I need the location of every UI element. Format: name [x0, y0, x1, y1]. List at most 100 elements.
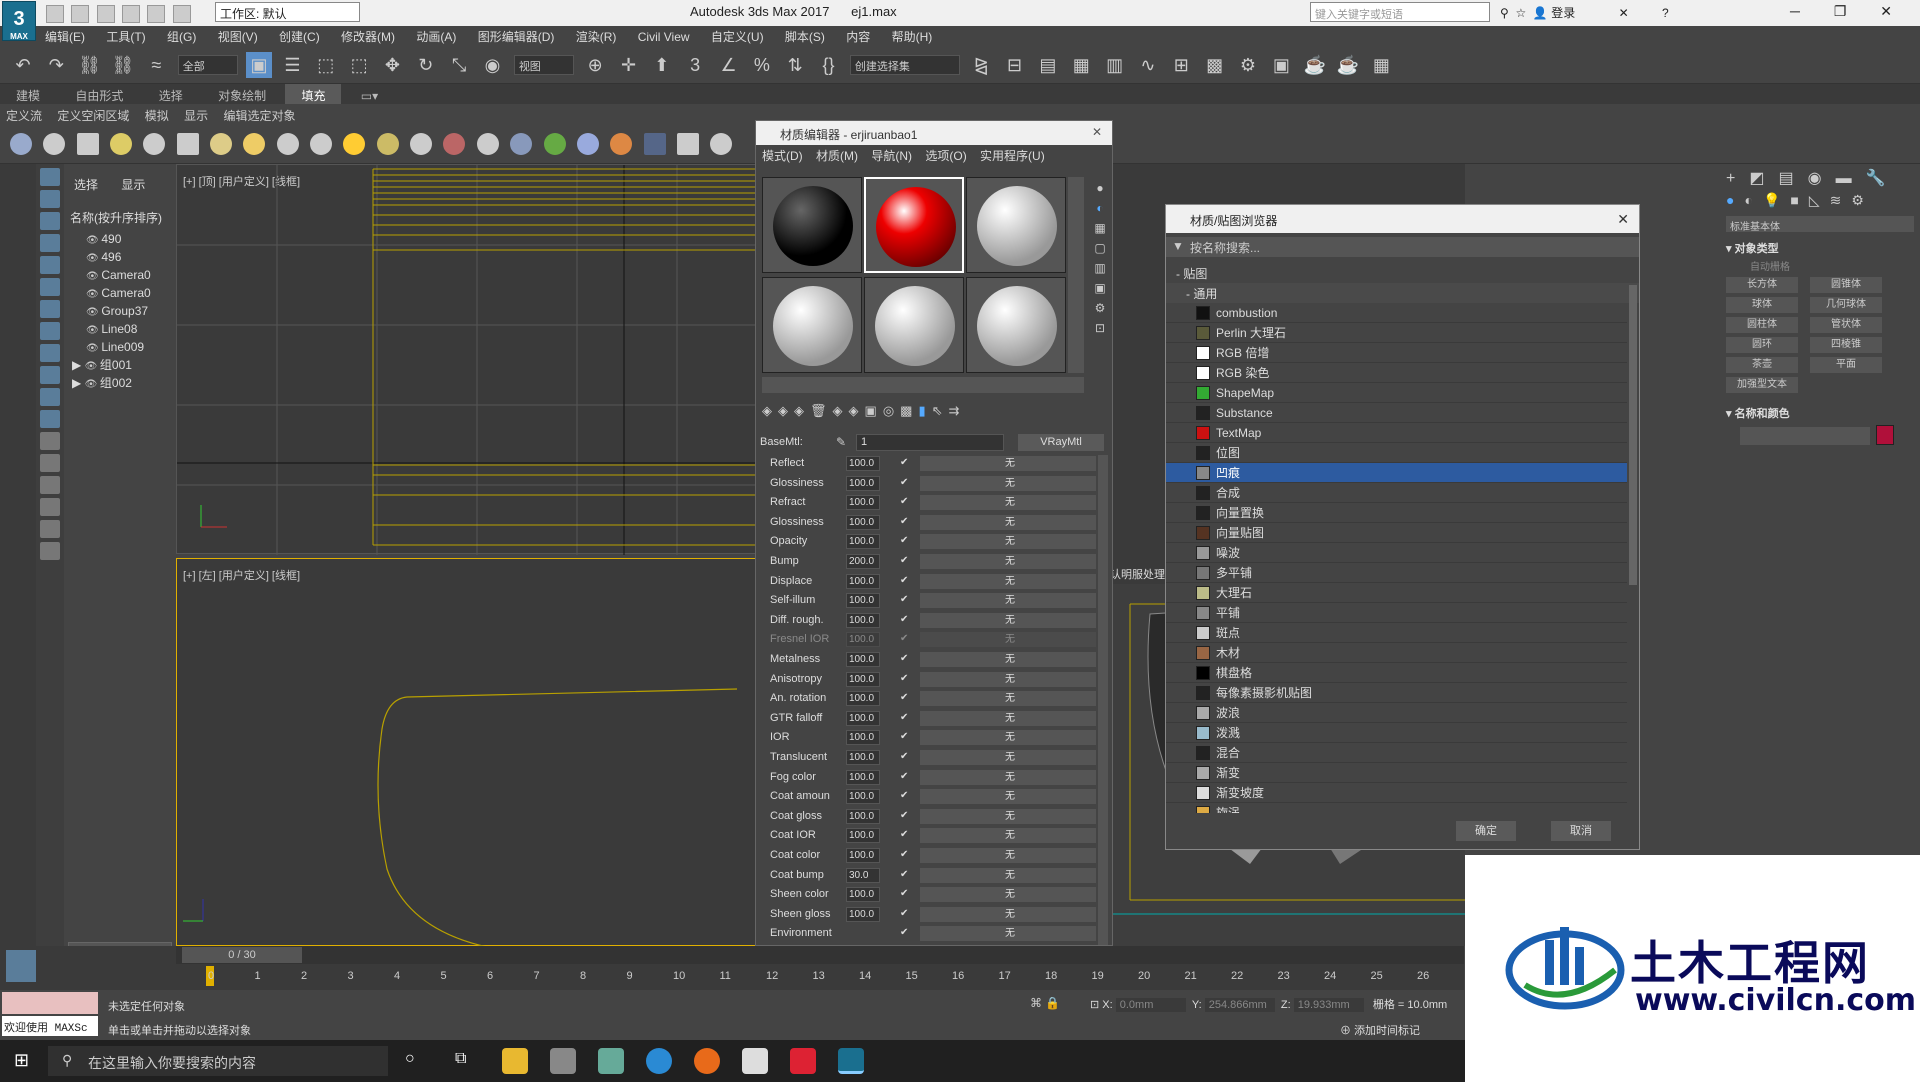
viewport-top[interactable]: [+] [顶] [用户定义] [线框]	[176, 164, 757, 555]
map-list-item[interactable]: 平铺	[1166, 603, 1627, 623]
layer-explorer-icon[interactable]: ▦	[1068, 52, 1094, 78]
object-type-button[interactable]: 平面	[1810, 357, 1882, 373]
scene-group[interactable]: ▶ 👁 组002	[64, 374, 176, 392]
display-groups-icon[interactable]	[40, 300, 60, 318]
restore-button[interactable]: ❐	[1834, 3, 1847, 19]
help-circle-icon[interactable]	[710, 133, 733, 155]
object-name-input[interactable]	[1740, 427, 1870, 445]
map-list-item[interactable]: 木材	[1166, 643, 1627, 663]
helper-icon[interactable]	[143, 133, 166, 155]
ball-icon[interactable]	[576, 133, 599, 155]
lights-icon[interactable]: 💡	[1763, 192, 1790, 208]
menu-edit[interactable]: 编辑(E)	[36, 26, 94, 47]
add-time-tag[interactable]: ⊕ 添加时间标记	[1340, 1022, 1420, 1038]
map-slot-button[interactable]: 无	[920, 808, 1096, 824]
display-xrefs-icon[interactable]	[40, 322, 60, 340]
time-slider[interactable]: 0 / 30	[182, 947, 302, 963]
display-lights-icon[interactable]	[40, 212, 60, 230]
taskbar-search[interactable]: ⚲ 在这里输入你要搜索的内容	[48, 1046, 388, 1076]
material-type-button[interactable]: VRayMtl	[1018, 434, 1104, 451]
place-icon[interactable]: ◉	[479, 52, 505, 78]
options-icon[interactable]: ⚙	[1090, 301, 1110, 317]
put-to-scene-icon[interactable]: ◈	[778, 403, 794, 418]
map-enable-checkbox[interactable]: ✔	[900, 908, 908, 919]
object-type-button[interactable]: 圆环	[1726, 337, 1798, 353]
object-type-button[interactable]: 长方体	[1726, 277, 1798, 293]
material-slot-5[interactable]	[864, 277, 964, 373]
delete-icon[interactable]: 🗑	[810, 403, 833, 418]
map-slot-button[interactable]: 无	[920, 554, 1096, 569]
mirror-icon[interactable]: ⧎	[968, 52, 994, 78]
map-slot-button[interactable]: 无	[920, 573, 1096, 589]
uv-tiling-icon[interactable]: ▢	[1090, 241, 1110, 257]
map-list-item[interactable]: TextMap	[1166, 423, 1627, 443]
lock-selection-icon[interactable]: ⌘ 🔒	[1030, 996, 1060, 1010]
background-icon[interactable]: ▦	[1090, 221, 1110, 237]
window-crossing-icon[interactable]: ⬚	[346, 52, 372, 78]
param-amount-spinner[interactable]: 100.0	[846, 514, 880, 530]
go-parent-icon[interactable]: ⇖	[932, 403, 949, 418]
render-active-icon[interactable]: ☕	[1335, 52, 1361, 78]
map-enable-checkbox[interactable]: ✔	[900, 614, 908, 625]
display-geometry-icon[interactable]	[40, 168, 60, 186]
scene-item[interactable]: 👁 490	[64, 230, 176, 248]
sphere-icon[interactable]	[243, 133, 266, 155]
map-slot-button[interactable]: 无	[920, 848, 1096, 863]
star-icon[interactable]: ☆	[1515, 6, 1526, 20]
param-amount-spinner[interactable]: 100.0	[846, 612, 880, 628]
map-slot-button[interactable]: 无	[920, 652, 1096, 667]
map-list-item[interactable]: 波浪	[1166, 703, 1627, 723]
motion-tab-icon[interactable]: ◉	[1808, 170, 1836, 187]
display-shapes-icon[interactable]	[40, 190, 60, 208]
menu-material[interactable]: 材质(M)	[816, 149, 858, 163]
map-slot-button[interactable]: 无	[920, 750, 1096, 765]
display-none-icon[interactable]	[40, 454, 60, 472]
param-amount-spinner[interactable]: 100.0	[846, 534, 880, 550]
sample-type-icon[interactable]: ●	[1090, 181, 1110, 197]
scene-explorer-icon[interactable]: ▤	[1035, 52, 1061, 78]
curve-editor-icon[interactable]: ∿	[1135, 52, 1161, 78]
param-amount-spinner[interactable]: 100.0	[846, 456, 880, 471]
x-coord-field[interactable]: 0.0mm	[1115, 998, 1186, 1012]
map-list-item[interactable]: 合成	[1166, 483, 1627, 503]
param-amount-spinner[interactable]: 100.0	[846, 475, 880, 491]
slot-scrollbar[interactable]	[1068, 177, 1084, 373]
track-bar[interactable]: 0 1 2 3 4 5 6 7 8 9 10 11 12 13 14 15 16 17 18 19 20 21 22 23 24…	[176, 964, 1464, 990]
object-type-button[interactable]: 四棱锥	[1810, 337, 1882, 353]
systems-icon[interactable]: ⚙	[1851, 192, 1874, 208]
viewport-layout-icon[interactable]	[6, 950, 36, 982]
select-object-icon[interactable]: ▣	[246, 52, 273, 78]
show-end-icon[interactable]: ▮	[918, 403, 931, 418]
render-icon[interactable]	[643, 133, 666, 155]
param-amount-spinner[interactable]: 100.0	[846, 573, 880, 589]
get-material-icon[interactable]: ◈	[762, 403, 778, 418]
map-enable-checkbox[interactable]: ✔	[900, 594, 908, 605]
close-x-icon[interactable]: ✕	[1619, 6, 1629, 20]
map-list-item[interactable]: Perlin 大理石	[1166, 323, 1627, 343]
utilities-tab-icon[interactable]: 🔧	[1866, 170, 1900, 187]
pivot-center-icon[interactable]: ⊕	[582, 52, 608, 78]
unlink-icon[interactable]: ⛓	[110, 52, 136, 78]
map-enable-checkbox[interactable]: ✔	[900, 751, 908, 762]
login-link[interactable]: 登录	[1551, 6, 1575, 20]
particles-icon[interactable]	[410, 133, 433, 155]
map-list-item[interactable]: Substance	[1166, 403, 1627, 423]
primitive-type-dropdown[interactable]: 标准基本体	[1726, 216, 1914, 233]
forces-icon[interactable]	[443, 133, 466, 155]
param-amount-spinner[interactable]: 100.0	[846, 808, 880, 824]
select-by-material-icon[interactable]: ⊡	[1090, 321, 1110, 337]
material-slot-4[interactable]	[762, 277, 862, 373]
select-manipulate-icon[interactable]: ✛	[616, 52, 642, 78]
slot-hscrollbar[interactable]	[762, 377, 1084, 393]
spinner-snap-icon[interactable]: ⇅	[782, 52, 808, 78]
param-amount-spinner[interactable]: 100.0	[846, 906, 880, 922]
close-icon[interactable]: ✕	[1092, 125, 1102, 139]
image-icon[interactable]	[76, 133, 99, 155]
map-slot-button[interactable]: 无	[920, 769, 1096, 785]
map-enable-checkbox[interactable]: ✔	[900, 457, 908, 468]
map-list-item[interactable]: combustion	[1166, 303, 1627, 323]
autogrid-checkbox[interactable]: 自动栅格	[1750, 258, 1890, 273]
map-enable-checkbox[interactable]: ✔	[900, 477, 908, 488]
viewport-left[interactable]: [+] [左] [用户定义] [线框]	[176, 558, 756, 947]
object-type-button[interactable]: 茶壶	[1726, 357, 1798, 373]
